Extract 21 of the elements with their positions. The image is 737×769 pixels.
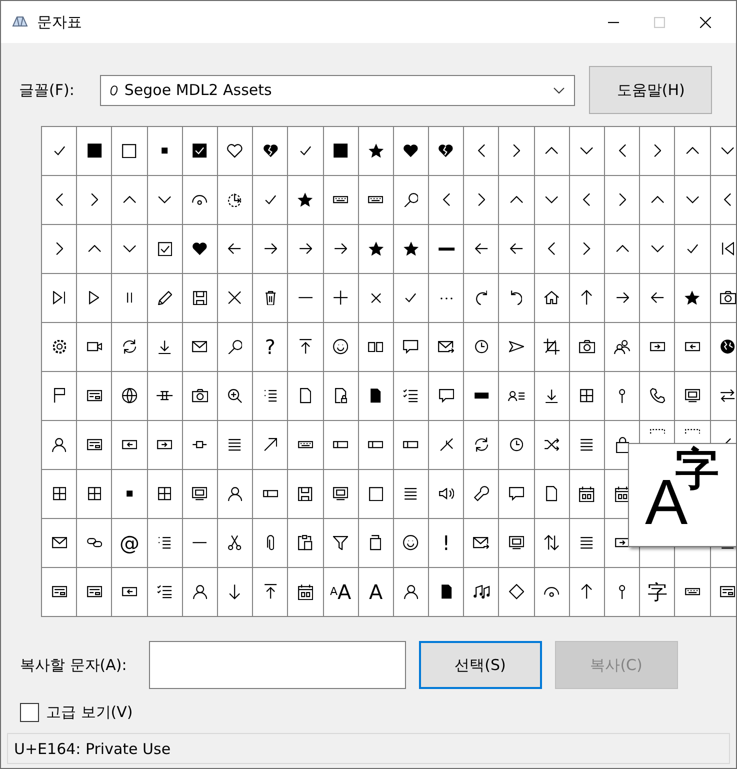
font-label: 글꼴(F): [19, 80, 74, 100]
status-text: U+E164: Private Use [14, 740, 171, 758]
character-glyph: A [368, 582, 383, 602]
character-cell[interactable]: A [358, 568, 394, 617]
font-name: Segoe MDL2 Assets [124, 81, 272, 99]
character-glyph: $^{A}$A [330, 582, 352, 602]
character-cell[interactable]: ! [429, 519, 464, 568]
character-glyph: @ [119, 533, 140, 553]
select-button[interactable]: 선택(S) [418, 641, 542, 689]
character-glyph: 字 [647, 582, 668, 602]
character-cell[interactable]: $^{A}$A [324, 568, 359, 617]
character-cell[interactable]: ? [253, 323, 288, 372]
font-dropdown[interactable]: Segoe MDL2 Assets [100, 74, 576, 106]
character-glyph: ! [442, 533, 450, 553]
help-button[interactable]: 도움말(H) [589, 66, 712, 114]
copy-label: 복사할 문자(A): [20, 656, 127, 674]
window-title: 문자표 [37, 12, 82, 32]
character-cell[interactable]: @ [112, 519, 148, 568]
character-cell[interactable]: 字 [640, 568, 676, 617]
advanced-view-label: 고급 보기(V) [46, 702, 133, 722]
character-glyph: ? [264, 337, 276, 357]
